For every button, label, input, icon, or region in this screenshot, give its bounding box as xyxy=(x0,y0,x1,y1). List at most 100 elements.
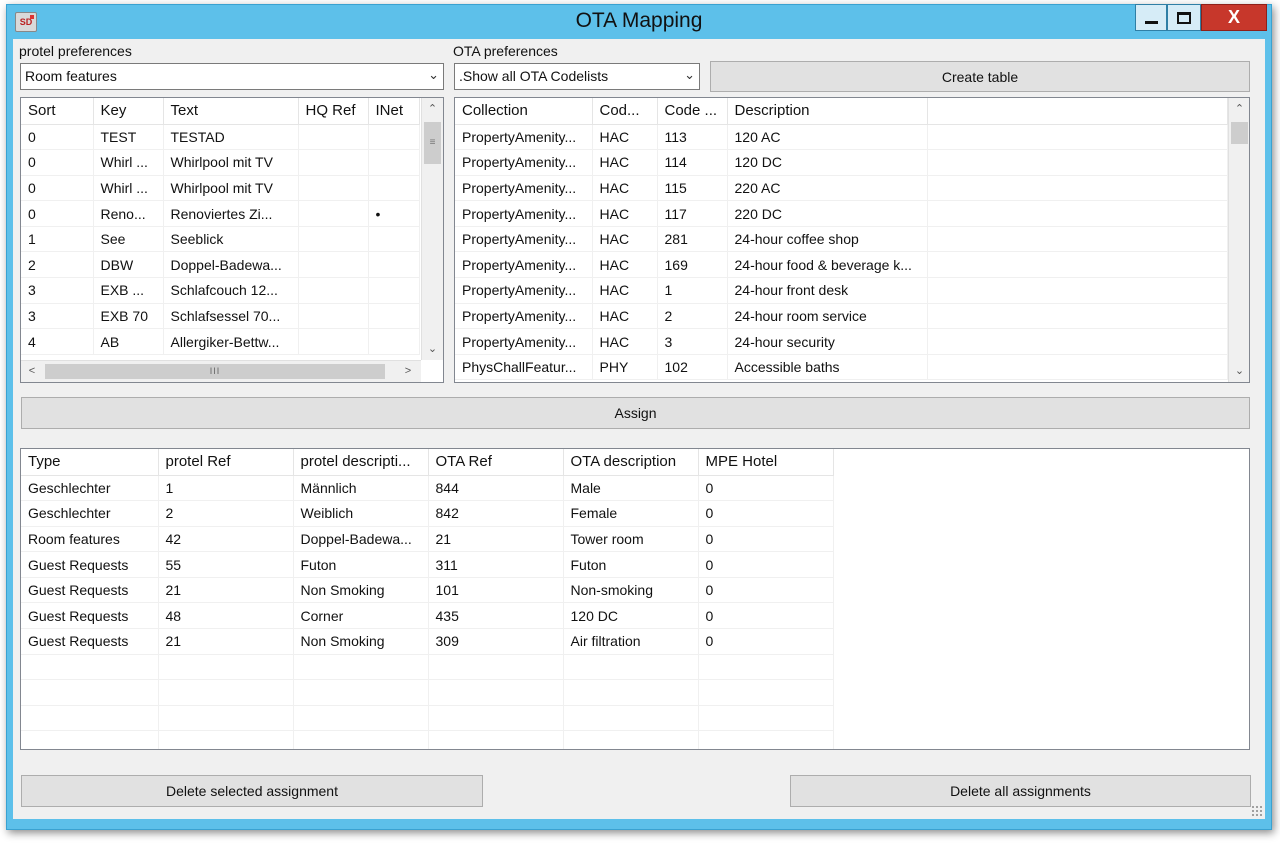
table-cell[interactable] xyxy=(298,200,369,227)
table-cell[interactable]: 42 xyxy=(158,526,294,553)
assignments-column-header[interactable]: protel descripti... xyxy=(293,449,429,476)
table-cell[interactable]: 309 xyxy=(428,628,564,655)
table-cell[interactable]: 220 AC xyxy=(727,175,928,202)
table-row[interactable]: PropertyAmenity... HAC 281 24-hour coffee s… xyxy=(455,226,1228,253)
protel-column-header[interactable]: Key xyxy=(93,98,164,125)
table-cell[interactable]: 113 xyxy=(657,124,728,151)
table-cell[interactable] xyxy=(298,277,369,304)
minimize-button[interactable] xyxy=(1135,4,1167,31)
table-cell[interactable]: Air filtration xyxy=(563,628,699,655)
table-cell[interactable]: 311 xyxy=(428,551,564,578)
table-row[interactable]: Guest Requests 55 Futon 311 Futon 0 xyxy=(21,551,834,578)
table-cell[interactable]: 3 xyxy=(21,277,94,304)
table-cell[interactable]: Schlafsessel 70... xyxy=(163,303,299,330)
table-cell[interactable]: PropertyAmenity... xyxy=(455,277,593,304)
protel-column-header[interactable]: Sort xyxy=(21,98,94,125)
assign-button[interactable]: Assign xyxy=(21,397,1250,429)
table-row[interactable]: Guest Requests 21 Non Smoking 309 Air filtra… xyxy=(21,628,834,655)
table-cell[interactable]: 0 xyxy=(698,551,834,578)
table-cell[interactable]: 120 DC xyxy=(563,602,699,630)
table-cell[interactable]: HAC xyxy=(592,226,658,253)
table-cell[interactable] xyxy=(368,175,420,202)
ota-column-header[interactable]: Collection xyxy=(455,98,593,125)
table-cell[interactable]: Geschlechter xyxy=(21,475,159,502)
table-cell[interactable]: DBW xyxy=(93,251,164,279)
table-cell[interactable]: HAC xyxy=(592,277,658,304)
table-row[interactable]: PropertyAmenity... HAC 114 120 DC xyxy=(455,149,1228,176)
table-cell[interactable]: Allergiker-Bettw... xyxy=(163,328,299,355)
protel-column-header[interactable]: HQ Ref xyxy=(298,98,369,125)
table-row[interactable]: 3 EXB ... Schlafcouch 12... xyxy=(21,277,420,304)
table-cell[interactable]: 1 xyxy=(21,226,94,253)
table-cell[interactable] xyxy=(298,226,369,253)
protel-preferences-dropdown[interactable]: Room features ⌄ xyxy=(20,63,444,90)
table-cell[interactable]: 24-hour food & beverage k... xyxy=(727,251,928,279)
table-cell[interactable]: See xyxy=(93,226,164,253)
table-cell[interactable]: 115 xyxy=(657,175,728,202)
table-cell[interactable]: PropertyAmenity... xyxy=(455,226,593,253)
table-cell[interactable]: Whirl ... xyxy=(93,149,164,176)
protel-column-header[interactable]: Text xyxy=(163,98,299,125)
table-cell[interactable]: Whirlpool mit TV xyxy=(163,149,299,176)
table-cell[interactable]: Non Smoking xyxy=(293,628,429,655)
table-row[interactable]: PropertyAmenity... HAC 115 220 AC xyxy=(455,175,1228,202)
table-cell[interactable]: HAC xyxy=(592,251,658,279)
scroll-down-icon[interactable]: ⌄ xyxy=(1229,360,1249,382)
assignments-column-header[interactable]: protel Ref xyxy=(158,449,294,476)
table-cell[interactable] xyxy=(368,251,420,279)
table-cell[interactable]: Doppel-Badewa... xyxy=(163,251,299,279)
table-cell[interactable] xyxy=(298,124,369,151)
table-row[interactable]: 0 TEST TESTAD xyxy=(21,124,420,151)
table-cell[interactable] xyxy=(368,277,420,304)
table-cell[interactable]: HAC xyxy=(592,149,658,176)
table-row[interactable]: Guest Requests 48 Corner 435 120 DC 0 xyxy=(21,602,834,630)
table-cell[interactable]: Futon xyxy=(293,551,429,578)
table-cell[interactable]: 55 xyxy=(158,551,294,578)
table-cell[interactable]: HAC xyxy=(592,175,658,202)
maximize-button[interactable] xyxy=(1167,4,1201,31)
table-cell[interactable]: 24-hour room service xyxy=(727,303,928,330)
table-cell[interactable]: 281 xyxy=(657,226,728,253)
table-cell[interactable]: 435 xyxy=(428,602,564,630)
table-cell[interactable] xyxy=(368,149,420,176)
table-cell[interactable]: 3 xyxy=(21,303,94,330)
table-row[interactable]: PropertyAmenity... HAC 2 24-hour room servi… xyxy=(455,303,1228,330)
assignments-column-header[interactable]: Type xyxy=(21,449,159,476)
ota-column-header[interactable]: Description xyxy=(727,98,928,125)
resize-grip-icon[interactable] xyxy=(1251,805,1263,817)
table-row[interactable]: 1 See Seeblick xyxy=(21,226,420,253)
table-cell[interactable]: EXB ... xyxy=(93,277,164,304)
table-cell[interactable]: Weiblich xyxy=(293,500,429,527)
table-cell[interactable]: 24-hour front desk xyxy=(727,277,928,304)
table-cell[interactable] xyxy=(368,124,420,151)
protel-horizontal-scrollbar[interactable]: < III > xyxy=(21,360,421,382)
table-cell[interactable]: PropertyAmenity... xyxy=(455,251,593,279)
table-cell[interactable]: Accessible baths xyxy=(727,354,928,381)
assignments-column-header[interactable]: OTA Ref xyxy=(428,449,564,476)
scroll-left-icon[interactable]: < xyxy=(21,361,43,382)
table-cell[interactable]: PropertyAmenity... xyxy=(455,175,593,202)
table-cell[interactable]: 24-hour coffee shop xyxy=(727,226,928,253)
table-cell[interactable]: TESTAD xyxy=(163,124,299,151)
assignments-column-header[interactable]: OTA description xyxy=(563,449,699,476)
table-cell[interactable]: 48 xyxy=(158,602,294,630)
table-row[interactable]: 0 Reno... Renoviertes Zi... • xyxy=(21,200,420,227)
create-table-button[interactable]: Create table xyxy=(710,61,1250,92)
table-cell[interactable]: 21 xyxy=(158,577,294,604)
table-row[interactable]: 4 AB Allergiker-Bettw... xyxy=(21,328,420,355)
table-row[interactable]: 0 Whirl ... Whirlpool mit TV xyxy=(21,149,420,176)
table-cell[interactable]: Doppel-Badewa... xyxy=(293,526,429,553)
scroll-down-icon[interactable]: ⌄ xyxy=(422,338,443,360)
table-row[interactable]: Geschlechter 2 Weiblich 842 Female 0 xyxy=(21,500,834,527)
title-bar[interactable]: SD OTA Mapping X xyxy=(7,4,1271,39)
table-cell[interactable]: Männlich xyxy=(293,475,429,502)
table-cell[interactable]: 101 xyxy=(428,577,564,604)
scroll-up-icon[interactable]: ⌃ xyxy=(422,98,443,120)
table-cell[interactable] xyxy=(298,303,369,330)
table-cell[interactable]: PHY xyxy=(592,354,658,381)
table-row[interactable]: PropertyAmenity... HAC 169 24-hour food & b… xyxy=(455,251,1228,279)
table-row[interactable]: 3 EXB 70 Schlafsessel 70... xyxy=(21,303,420,330)
table-cell[interactable]: • xyxy=(368,200,420,227)
table-cell[interactable] xyxy=(298,175,369,202)
table-cell[interactable]: Renoviertes Zi... xyxy=(163,200,299,227)
